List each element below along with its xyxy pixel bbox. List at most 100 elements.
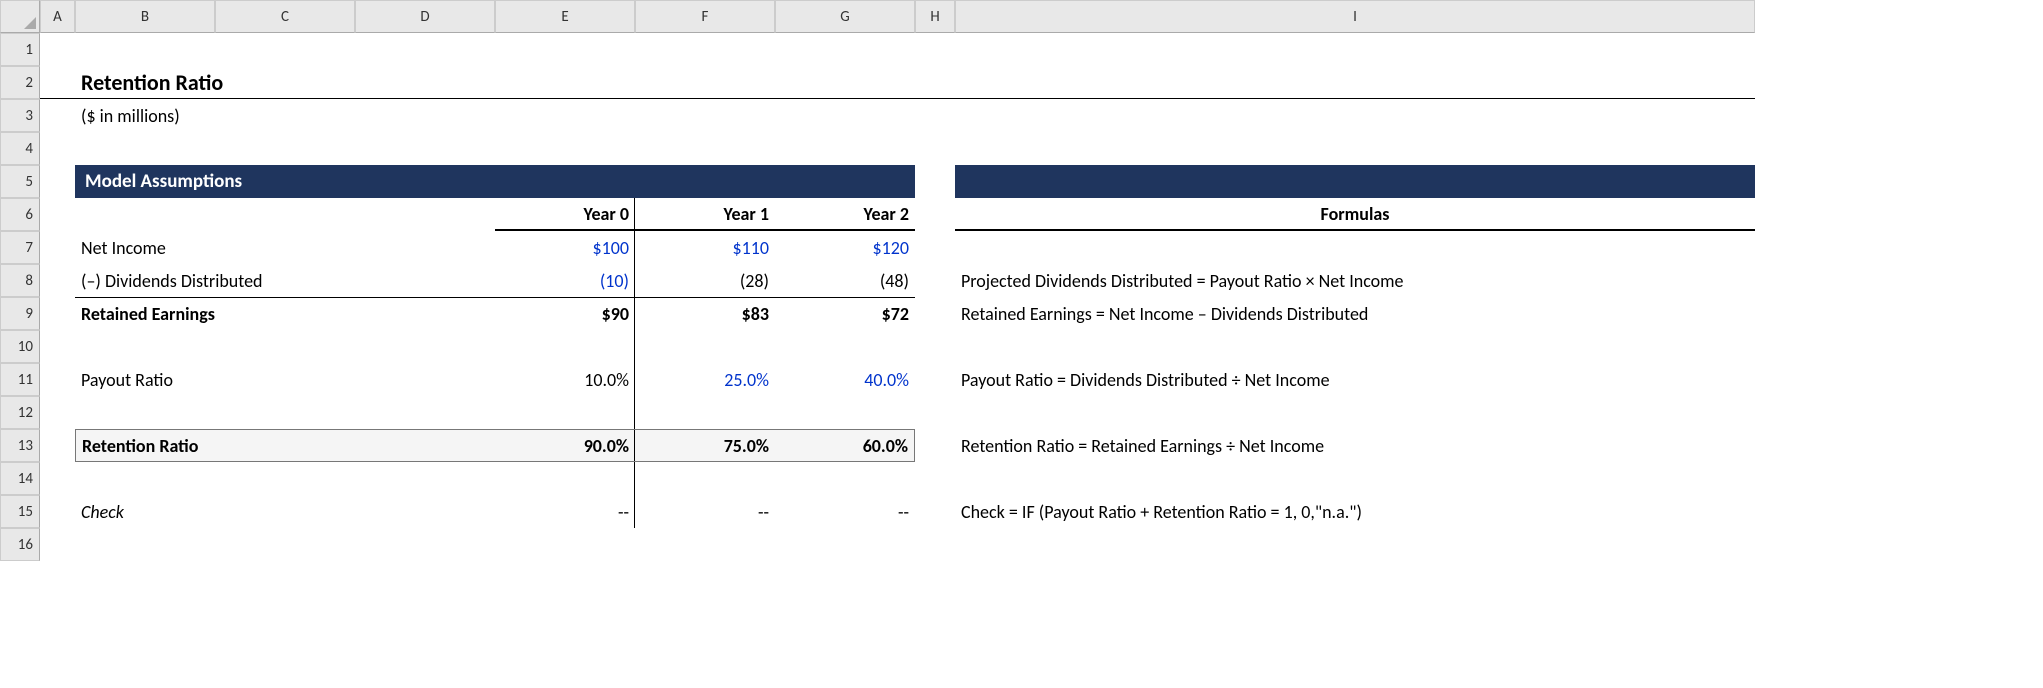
cell[interactable]: [75, 33, 215, 66]
row-header-11[interactable]: 11: [0, 363, 40, 396]
cell[interactable]: [955, 132, 1755, 165]
value-retained-y1[interactable]: $83: [635, 297, 775, 330]
cell[interactable]: [915, 462, 955, 495]
value-check-y2[interactable]: --: [775, 495, 915, 528]
cell[interactable]: [915, 132, 955, 165]
row-header-15[interactable]: 15: [0, 495, 40, 528]
row-header-14[interactable]: 14: [0, 462, 40, 495]
row-header-5[interactable]: 5: [0, 165, 40, 198]
cell[interactable]: [75, 198, 215, 231]
cell[interactable]: [915, 396, 955, 429]
row-header-4[interactable]: 4: [0, 132, 40, 165]
cell[interactable]: [40, 66, 75, 99]
value-dividends-y1[interactable]: (28): [635, 264, 775, 297]
value-payout-y0[interactable]: 10.0%: [495, 363, 635, 396]
col-header-B[interactable]: B: [75, 0, 215, 33]
value-net-income-y2[interactable]: $120: [775, 231, 915, 264]
cell[interactable]: [40, 396, 75, 429]
cell[interactable]: [40, 264, 75, 297]
row-header-16[interactable]: 16: [0, 528, 40, 561]
cell[interactable]: [355, 132, 495, 165]
value-retained-y0[interactable]: $90: [495, 297, 635, 330]
col-header-G[interactable]: G: [775, 0, 915, 33]
cell[interactable]: [955, 33, 1755, 66]
cell[interactable]: [75, 528, 215, 561]
cell[interactable]: [40, 495, 75, 528]
cell[interactable]: [915, 165, 955, 198]
cell[interactable]: [635, 132, 775, 165]
cell[interactable]: [215, 330, 355, 363]
value-dividends-y2[interactable]: (48): [775, 264, 915, 297]
col-header-D[interactable]: D: [355, 0, 495, 33]
cell[interactable]: [955, 396, 1755, 429]
cell[interactable]: [915, 495, 955, 528]
cell[interactable]: [495, 396, 635, 429]
cell[interactable]: [495, 99, 635, 132]
cell[interactable]: [355, 396, 495, 429]
cell[interactable]: [915, 66, 955, 99]
cell[interactable]: [40, 429, 75, 462]
row-header-6[interactable]: 6: [0, 198, 40, 231]
cell[interactable]: [495, 132, 635, 165]
value-check-y1[interactable]: --: [635, 495, 775, 528]
cell[interactable]: [215, 528, 355, 561]
value-net-income-y0[interactable]: $100: [495, 231, 635, 264]
cell[interactable]: [40, 363, 75, 396]
cell[interactable]: [355, 330, 495, 363]
cell[interactable]: [915, 528, 955, 561]
cell[interactable]: [915, 363, 955, 396]
cell[interactable]: [915, 264, 955, 297]
cell[interactable]: [40, 231, 75, 264]
cell[interactable]: [40, 99, 75, 132]
cell[interactable]: [775, 396, 915, 429]
cell[interactable]: [40, 330, 75, 363]
cell[interactable]: [215, 396, 355, 429]
cell[interactable]: [915, 330, 955, 363]
col-header-E[interactable]: E: [495, 0, 635, 33]
cell[interactable]: [775, 330, 915, 363]
cell[interactable]: [215, 198, 355, 231]
cell[interactable]: [40, 198, 75, 231]
cell[interactable]: [495, 462, 635, 495]
cell[interactable]: [495, 528, 635, 561]
cell[interactable]: [40, 165, 75, 198]
cell[interactable]: [915, 297, 955, 330]
cell[interactable]: [495, 330, 635, 363]
cell[interactable]: [40, 462, 75, 495]
cell[interactable]: [215, 33, 355, 66]
cell[interactable]: [915, 198, 955, 231]
row-header-7[interactable]: 7: [0, 231, 40, 264]
cell[interactable]: [355, 528, 495, 561]
col-header-C[interactable]: C: [215, 0, 355, 33]
col-header-H[interactable]: H: [915, 0, 955, 33]
cell[interactable]: [40, 132, 75, 165]
value-check-y0[interactable]: --: [495, 495, 635, 528]
cell[interactable]: [635, 396, 775, 429]
value-retention-y1[interactable]: 75.0%: [635, 429, 775, 462]
cell[interactable]: [495, 33, 635, 66]
cell[interactable]: [775, 99, 915, 132]
col-header-F[interactable]: F: [635, 0, 775, 33]
row-header-10[interactable]: 10: [0, 330, 40, 363]
cell[interactable]: [355, 198, 495, 231]
row-header-9[interactable]: 9: [0, 297, 40, 330]
cell[interactable]: [635, 528, 775, 561]
cell[interactable]: [355, 33, 495, 66]
cell[interactable]: [775, 33, 915, 66]
cell[interactable]: [955, 231, 1755, 264]
row-header-12[interactable]: 12: [0, 396, 40, 429]
cell[interactable]: [635, 66, 775, 99]
cell[interactable]: [955, 99, 1755, 132]
row-header-13[interactable]: 13: [0, 429, 40, 462]
cell[interactable]: [955, 462, 1755, 495]
cell[interactable]: [915, 429, 955, 462]
cell[interactable]: [75, 330, 215, 363]
col-header-A[interactable]: A: [40, 0, 75, 33]
cell[interactable]: [75, 396, 215, 429]
row-header-8[interactable]: 8: [0, 264, 40, 297]
cell[interactable]: [955, 528, 1755, 561]
value-payout-y1[interactable]: 25.0%: [635, 363, 775, 396]
row-header-1[interactable]: 1: [0, 33, 40, 66]
col-header-I[interactable]: I: [955, 0, 1755, 33]
value-payout-y2[interactable]: 40.0%: [775, 363, 915, 396]
